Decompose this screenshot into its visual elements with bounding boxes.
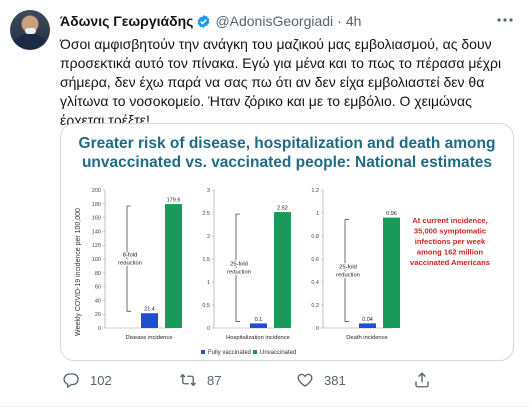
verified-badge-icon: [198, 14, 210, 28]
reply-count: 102: [90, 372, 112, 388]
panel1-ytick-label: 40: [95, 298, 101, 304]
author-handle[interactable]: @AdonisGeorgiadi: [215, 13, 333, 29]
panel3-ytick-label: 0.2: [311, 303, 319, 309]
panel1-ytick-label: 160: [92, 216, 101, 222]
avatar[interactable]: [10, 10, 50, 50]
panel1-annotation-line2: reduction: [118, 261, 142, 267]
infographic-title-line2: unvaccinated vs. vaccinated people: Nati…: [82, 154, 492, 171]
panel2-x-label: Hospitalization incidence: [226, 335, 290, 341]
side-note-line: 35,000 symptomatic: [414, 227, 486, 236]
reply-icon: [63, 373, 79, 389]
more-options-icon[interactable]: [495, 12, 515, 28]
panel2-ytick-label: 3: [207, 188, 210, 194]
panel3-ytick-label: 1.2: [311, 188, 319, 194]
like-count: 381: [324, 372, 346, 388]
panel3-ytick-label: 0.8: [311, 234, 319, 240]
panel1-ytick-label: 140: [92, 229, 101, 235]
panel1-x-label: Disease incidence: [125, 335, 172, 341]
panel1-ytick-label: 100: [92, 257, 101, 263]
like-button[interactable]: 381: [296, 371, 346, 389]
panel1-bar-unvaccinated: [165, 204, 182, 328]
separator-dot: ·: [337, 13, 342, 29]
panel3-annotation-line1: 25-fold: [339, 265, 357, 271]
panel1-value-label-vaccinated: 21.4: [144, 307, 155, 313]
side-note: At current incidence, 35,000 symptomatici…: [410, 216, 490, 267]
tweet-text: Όσοι αμφισβητούν την ανάγκη του μαζικού …: [60, 36, 502, 128]
legend-swatch-vaccinated: [201, 350, 205, 354]
panel2-ytick-label: 1: [207, 280, 210, 286]
panel3-bar-vaccinated: [359, 323, 376, 328]
panel1-ytick-label: 20: [95, 312, 101, 318]
panel3-bar-unvaccinated: [383, 217, 400, 328]
legend-label-vaccinated: Fully vaccinated: [208, 350, 251, 356]
panel1-value-label-unvaccinated: 179.6: [167, 198, 181, 204]
infographic-title-line1: Greater risk of disease, hospitalization…: [79, 135, 496, 152]
tweet[interactable]: Άδωνις Γεωργιάδης @AdonisGeorgiadi · 4h …: [0, 0, 529, 412]
tweet-timestamp[interactable]: 4h: [346, 13, 362, 29]
panel3-ytick-label: 0.6: [311, 257, 319, 263]
panel3-annotation-line2: reduction: [336, 273, 360, 279]
tweet-media-infographic[interactable]: Greater risk of disease, hospitalization…: [60, 123, 514, 361]
panel2-ytick-label: 1.5: [202, 257, 210, 263]
panel2-ytick-label: 2: [207, 234, 210, 240]
panel2-ytick-label: 0: [207, 326, 210, 332]
y-axis-label: Weekly COVID-19 incidence per 100,000: [75, 208, 82, 336]
side-note-line: among 162 million: [417, 248, 484, 257]
panel2-ytick-label: 2.5: [202, 211, 210, 217]
panel3-ytick-label: 0.4: [311, 280, 319, 286]
panel2-bar-vaccinated: [250, 323, 267, 328]
panel2-ytick-label: 0.5: [202, 303, 210, 309]
panel2-bar-unvaccinated: [274, 212, 291, 328]
share-button[interactable]: [413, 371, 431, 389]
panel1-ytick-label: 120: [92, 243, 101, 249]
divider: [0, 406, 529, 407]
panel1-annotation-line1: 8-fold: [123, 253, 138, 259]
side-note-line: infections per week: [415, 237, 486, 246]
action-bar: 102 87 381: [60, 371, 460, 389]
panel1-bar-vaccinated: [141, 313, 158, 328]
panel1-ytick-label: 60: [95, 285, 101, 291]
panel2-annotation-line2: reduction: [227, 270, 251, 276]
legend-swatch-unvaccinated: [253, 350, 257, 354]
panel2-value-label-vaccinated: 0.1: [255, 317, 263, 323]
reply-button[interactable]: 102: [62, 371, 112, 389]
panel3-value-label-unvaccinated: 0.96: [386, 211, 397, 217]
retweet-icon: [180, 373, 196, 387]
panel2-annotation-line1: 25-fold: [230, 262, 248, 268]
panel3-bracket: [344, 219, 349, 322]
panel1-ytick-label: 80: [95, 271, 101, 277]
panel1-ytick-label: 200: [92, 188, 101, 194]
panel1-ytick-label: 180: [92, 202, 101, 208]
author-name[interactable]: Άδωνις Γεωργιάδης: [60, 13, 193, 29]
share-icon: [415, 372, 429, 388]
legend-label-unvaccinated: Unvaccinated: [260, 350, 296, 356]
panel3-ytick-label: 1: [316, 211, 319, 217]
panel3-x-label: Death incidence: [346, 335, 388, 341]
tweet-header: Άδωνις Γεωργιάδης @AdonisGeorgiadi · 4h: [60, 11, 361, 31]
side-note-line: vaccinated Americans: [410, 258, 490, 267]
panel1-ytick-label: 0: [98, 326, 101, 332]
infographic-chart: Greater risk of disease, hospitalization…: [75, 135, 496, 356]
panel2-value-label-unvaccinated: 2.52: [277, 206, 288, 212]
legend: Fully vaccinated Unvaccinated: [201, 350, 296, 356]
like-icon: [297, 373, 313, 387]
panel3-value-label-vaccinated: 0.04: [362, 317, 373, 323]
side-note-line: At current incidence,: [412, 216, 488, 225]
retweet-count: 87: [207, 372, 222, 388]
panel3-ytick-label: 0: [316, 326, 319, 332]
retweet-button[interactable]: 87: [179, 371, 221, 389]
